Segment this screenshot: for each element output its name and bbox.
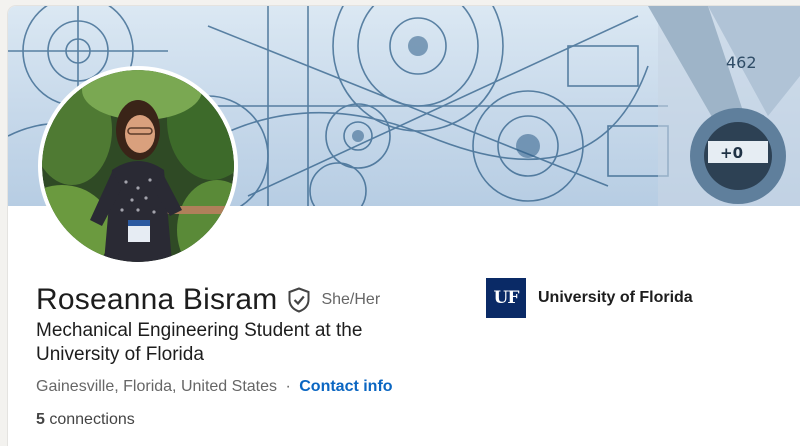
profile-card: 462 +0 Roseanna Bisram She/Her Mechanica… [8,6,800,446]
university-logo: UF [486,278,526,318]
location: Gainesville, Florida, United States [36,378,277,395]
pronouns: She/Her [321,291,381,308]
profile-photo-frame[interactable] [38,66,238,266]
banner-measure-label: 462 [726,53,757,72]
profile-name: Roseanna Bisram [36,283,278,316]
connections-label: connections [49,411,135,428]
profile-photo [42,70,234,262]
separator: · [285,378,291,395]
education-name: University of Florida [538,289,693,306]
connections-count: 5 connections [36,411,135,429]
name-row: Roseanna Bisram She/Her [36,283,380,317]
contact-info-link[interactable]: Contact info [299,378,392,395]
banner-scale-label: +0 [720,144,743,162]
shield-check-icon[interactable] [287,287,311,313]
connections-number: 5 [36,411,45,428]
location-row: Gainesville, Florida, United States · Co… [36,378,393,396]
education-link[interactable]: UF University of Florida [486,278,693,318]
profile-headline: Mechanical Engineering Student at the Un… [36,320,363,365]
